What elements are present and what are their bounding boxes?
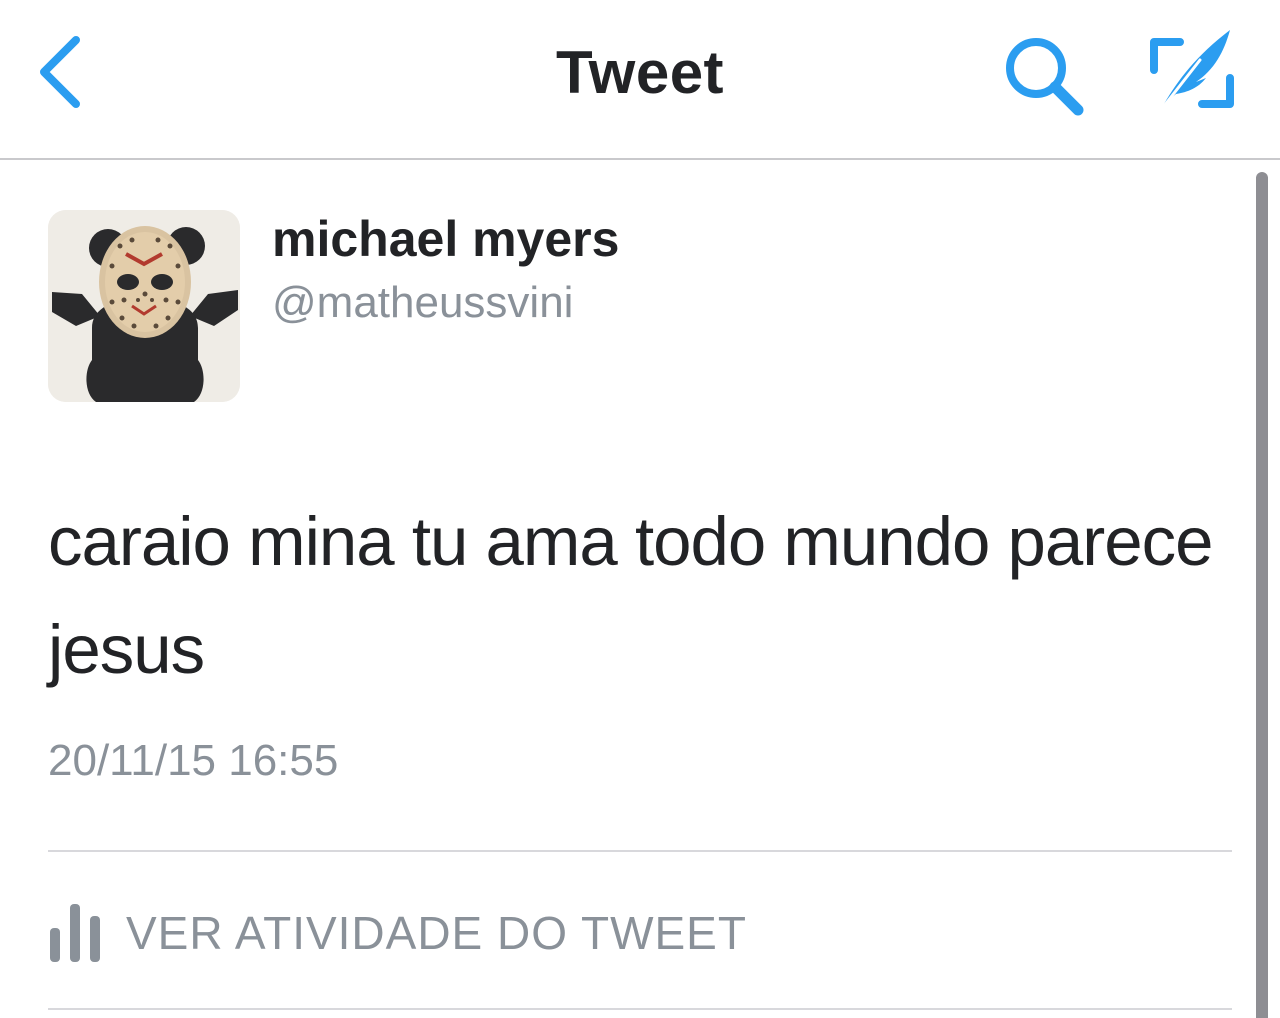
- user-handle[interactable]: @matheussvini: [272, 278, 573, 328]
- view-tweet-activity-label: VER ATIVIDADE DO TWEET: [126, 907, 747, 959]
- tweet-timestamp: 20/11/15 16:55: [48, 736, 339, 785]
- search-button[interactable]: [998, 30, 1090, 122]
- compose-tweet-button[interactable]: [1144, 22, 1244, 122]
- hockey-mask-character-avatar: [48, 210, 240, 402]
- scroll-indicator[interactable]: [1256, 172, 1268, 1018]
- compose-tweet-icon: [1150, 30, 1234, 108]
- divider: [48, 1008, 1232, 1010]
- navigation-bar: Tweet: [0, 0, 1280, 160]
- tweet-text: caraio mina tu ama todo mundo parece jes…: [48, 503, 1214, 688]
- avatar[interactable]: [48, 210, 240, 402]
- view-tweet-activity-button[interactable]: VER ATIVIDADE DO TWEET: [48, 880, 1232, 990]
- search-icon: [1006, 38, 1084, 116]
- divider: [48, 850, 1232, 852]
- tweet-detail-screen: Tweet michael myers @matheussvini caraio…: [0, 0, 1280, 1018]
- user-name[interactable]: michael myers: [272, 210, 619, 268]
- bar-chart-icon: [50, 904, 100, 962]
